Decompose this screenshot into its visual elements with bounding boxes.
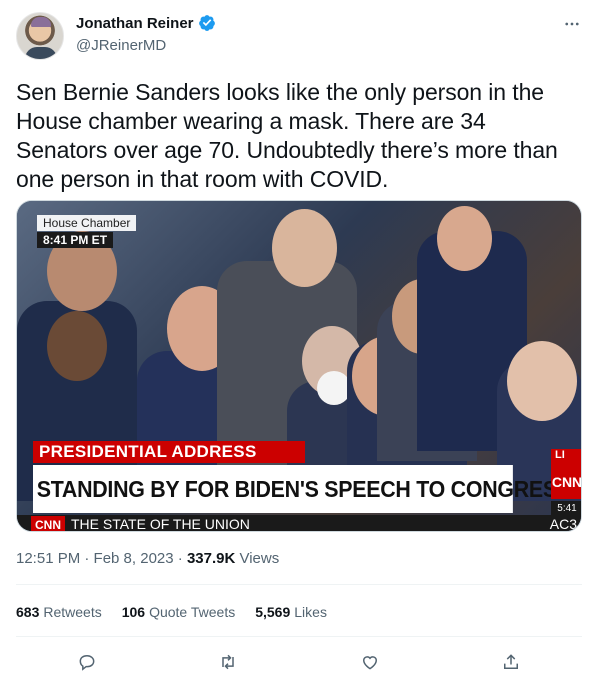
ticker-tail: AC3 <box>549 516 577 532</box>
divider <box>16 636 582 637</box>
ticker-cnn-logo: CNN <box>31 516 65 531</box>
cnn-logo-icon: CNN <box>551 465 581 499</box>
heart-icon[interactable] <box>355 648 385 676</box>
retweets-count: 683 <box>16 604 40 620</box>
quotes-count: 106 <box>121 604 146 620</box>
share-icon[interactable] <box>496 648 526 676</box>
ticker-text: THE STATE OF THE UNION <box>71 516 250 532</box>
author-handle[interactable]: @JReinerMD <box>76 37 166 54</box>
tweet-media-image[interactable]: House Chamber 8:41 PM ET PRESIDENTIAL AD… <box>16 200 582 532</box>
retweet-icon[interactable] <box>213 648 243 676</box>
author-name[interactable]: Jonathan Reiner <box>76 15 194 32</box>
tweet: Jonathan Reiner @JReinerMD Sen Bernie Sa… <box>0 0 598 686</box>
views-count: 337.9K <box>186 550 236 567</box>
tweet-meta: 12:51 PM · Feb 8, 2023 · 337.9K Views <box>16 550 279 567</box>
verified-badge-icon <box>198 15 215 31</box>
reply-icon[interactable] <box>72 648 102 676</box>
more-icon[interactable] <box>560 12 584 36</box>
quotes-label: Quote Tweets <box>149 604 236 620</box>
retweets-label: Retweets <box>43 604 102 620</box>
house-chamber-tag: House Chamber 8:41 PM ET <box>37 215 137 249</box>
retweets-stat[interactable]: 683 Retweets <box>16 604 102 620</box>
tweet-text: Sen Bernie Sanders looks like the only p… <box>16 79 558 192</box>
broadcast-time: 8:41 PM ET <box>37 232 114 248</box>
likes-count: 5,569 <box>255 604 291 620</box>
news-ticker: CNN THE STATE OF THE UNION AC3 <box>17 515 581 532</box>
author-name-row[interactable]: Jonathan Reiner <box>76 14 216 32</box>
location-label: House Chamber <box>37 215 137 231</box>
views-label: Views <box>235 550 280 567</box>
presidential-address-banner: PRESIDENTIAL ADDRESS <box>33 441 305 463</box>
tweet-timestamp[interactable]: 12:51 PM · Feb 8, 2023 · <box>16 550 187 567</box>
avatar[interactable] <box>16 12 64 60</box>
tweet-stats: 683 Retweets 106 Quote Tweets 5,569 Likes <box>16 604 327 620</box>
likes-label: Likes <box>294 604 327 620</box>
tweet-actions <box>16 648 582 676</box>
headline-banner: STANDING BY FOR BIDEN'S SPEECH TO CONGRE… <box>33 465 571 513</box>
divider <box>16 584 582 585</box>
quote-tweets-stat[interactable]: 106 Quote Tweets <box>122 604 236 620</box>
likes-stat[interactable]: 5,569 Likes <box>255 604 327 620</box>
live-tag: LI <box>551 449 581 465</box>
